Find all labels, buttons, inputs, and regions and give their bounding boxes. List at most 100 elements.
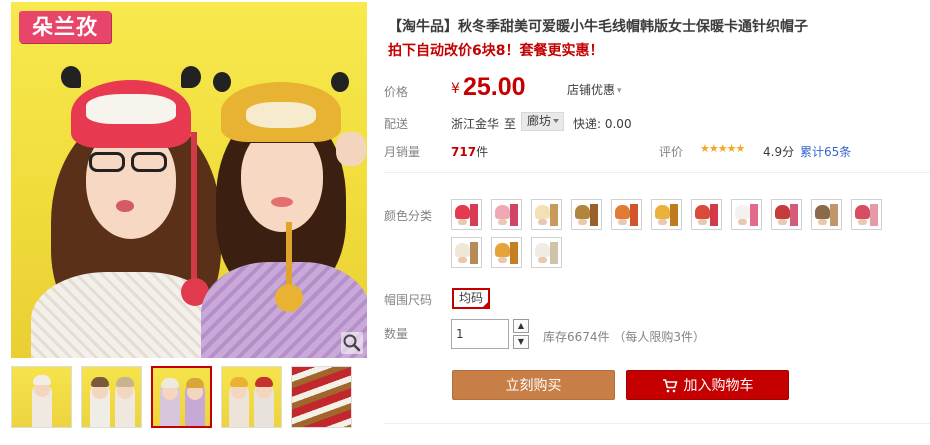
hat-thumbnail-icon xyxy=(535,205,550,219)
zoom-magnifier-icon[interactable] xyxy=(341,332,363,354)
face-thumbnail-icon xyxy=(698,219,707,225)
price-value: 25.00 xyxy=(463,73,526,101)
hat-thumbnail-icon xyxy=(815,205,830,219)
product-gallery: 朵兰孜 xyxy=(11,2,367,428)
face-thumbnail-icon xyxy=(858,219,867,225)
hat-thumbnail-icon xyxy=(575,205,590,219)
review-label: 评价 xyxy=(659,145,684,159)
package-thumbnail-icon xyxy=(590,204,598,226)
color-swatch-8[interactable] xyxy=(731,199,762,230)
face-thumbnail-icon xyxy=(578,219,587,225)
thumbnail-5[interactable] xyxy=(291,366,352,428)
rating-stars-icon: ★★★★★ xyxy=(700,142,745,155)
package-thumbnail-icon xyxy=(670,204,678,226)
sales-count: 717 xyxy=(451,145,477,159)
hat-thumbnail-icon xyxy=(535,243,550,257)
main-product-image[interactable]: 朵兰孜 xyxy=(11,2,367,358)
shipping-label: 配送 xyxy=(384,117,409,131)
size-label: 帽围尺码 xyxy=(384,293,433,307)
hat-thumbnail-icon xyxy=(775,205,790,219)
package-thumbnail-icon xyxy=(550,204,558,226)
package-thumbnail-icon xyxy=(710,204,718,226)
face-thumbnail-icon xyxy=(778,219,787,225)
monthly-sales: 717件 xyxy=(451,143,488,160)
ship-to-word: 至 xyxy=(504,117,517,131)
color-swatch-6[interactable] xyxy=(651,199,682,230)
color-swatch-11[interactable] xyxy=(851,199,882,230)
package-thumbnail-icon xyxy=(510,242,518,264)
thumbnail-strip xyxy=(11,366,352,428)
size-value: 均码 xyxy=(458,291,483,305)
face-thumbnail-icon xyxy=(458,219,467,225)
hat-thumbnail-icon xyxy=(855,205,870,219)
color-swatch-2[interactable] xyxy=(491,199,522,230)
selected-corner-icon xyxy=(481,300,490,309)
package-thumbnail-icon xyxy=(750,204,758,226)
face-thumbnail-icon xyxy=(738,219,747,225)
face-thumbnail-icon xyxy=(818,219,827,225)
shop-promo-dropdown[interactable]: 店铺优惠 ▾ xyxy=(567,81,622,98)
color-swatch-5[interactable] xyxy=(611,199,642,230)
color-swatch-9[interactable] xyxy=(771,199,802,230)
color-swatches xyxy=(451,199,921,268)
package-thumbnail-icon xyxy=(470,204,478,226)
hat-thumbnail-icon xyxy=(455,243,470,257)
package-thumbnail-icon xyxy=(550,242,558,264)
price-currency: ¥ xyxy=(451,81,460,97)
color-swatch-7[interactable] xyxy=(691,199,722,230)
review-count-link[interactable]: 累计65条 xyxy=(800,143,851,160)
chevron-down-icon: ▾ xyxy=(617,86,622,96)
hat-thumbnail-icon xyxy=(455,205,470,219)
package-thumbnail-icon xyxy=(790,204,798,226)
color-swatch-10[interactable] xyxy=(811,199,842,230)
shipping-fee: 快递: 0.00 xyxy=(573,117,632,131)
face-thumbnail-icon xyxy=(618,219,627,225)
package-thumbnail-icon xyxy=(830,204,838,226)
stock-info: 库存6674件 （每人限购3件） xyxy=(543,330,705,344)
add-to-cart-button[interactable]: 加入购物车 xyxy=(626,370,789,400)
thumbnail-1[interactable] xyxy=(11,366,72,428)
color-swatch-12[interactable] xyxy=(451,237,482,268)
buy-now-button[interactable]: 立刻购买 xyxy=(452,370,615,400)
color-swatch-13[interactable] xyxy=(491,237,522,268)
size-option-selected[interactable]: 均码 xyxy=(452,288,490,309)
quantity-input[interactable]: 1 xyxy=(451,319,509,349)
quantity-label: 数量 xyxy=(384,327,409,341)
package-thumbnail-icon xyxy=(510,204,518,226)
package-thumbnail-icon xyxy=(630,204,638,226)
color-swatch-14[interactable] xyxy=(531,237,562,268)
ship-from: 浙江金华 xyxy=(451,117,500,131)
cart-icon xyxy=(662,379,677,393)
buy-now-label: 立刻购买 xyxy=(505,378,562,394)
sales-label: 月销量 xyxy=(384,145,421,159)
quantity-increase-button[interactable]: ▲ xyxy=(513,319,529,333)
face-thumbnail-icon xyxy=(538,257,547,263)
face-thumbnail-icon xyxy=(538,219,547,225)
hat-thumbnail-icon xyxy=(735,205,750,219)
caret-down-icon xyxy=(553,119,559,123)
color-swatch-1[interactable] xyxy=(451,199,482,230)
shop-promo-label: 店铺优惠 xyxy=(567,83,616,97)
face-thumbnail-icon xyxy=(498,219,507,225)
sales-unit: 件 xyxy=(476,145,489,159)
thumbnail-4[interactable] xyxy=(221,366,282,428)
price-panel: 价格 ¥ 25.00 店铺优惠 ▾ 配送 浙江金华 至 廊坊 快递: 0.00 月… xyxy=(384,67,930,173)
quantity-decrease-button[interactable]: ▼ xyxy=(513,335,529,349)
divider xyxy=(384,423,930,424)
color-label: 颜色分类 xyxy=(384,209,433,223)
color-swatch-4[interactable] xyxy=(571,199,602,230)
thumbnail-2[interactable] xyxy=(81,366,142,428)
product-title: 【淘牛品】秋冬季甜美可爱暖小牛毛线帽韩版女士保暖卡通针织帽子 xyxy=(388,19,808,35)
hat-thumbnail-icon xyxy=(615,205,630,219)
hat-thumbnail-icon xyxy=(655,205,670,219)
color-swatch-3[interactable] xyxy=(531,199,562,230)
hat-thumbnail-icon xyxy=(695,205,710,219)
face-thumbnail-icon xyxy=(658,219,667,225)
hat-thumbnail-icon xyxy=(495,205,510,219)
price-label: 价格 xyxy=(384,85,409,99)
destination-select[interactable]: 廊坊 xyxy=(521,112,564,131)
thumbnail-3[interactable] xyxy=(151,366,212,428)
add-to-cart-label: 加入购物车 xyxy=(683,378,754,394)
model-left xyxy=(31,66,221,358)
hat-thumbnail-icon xyxy=(495,243,510,257)
